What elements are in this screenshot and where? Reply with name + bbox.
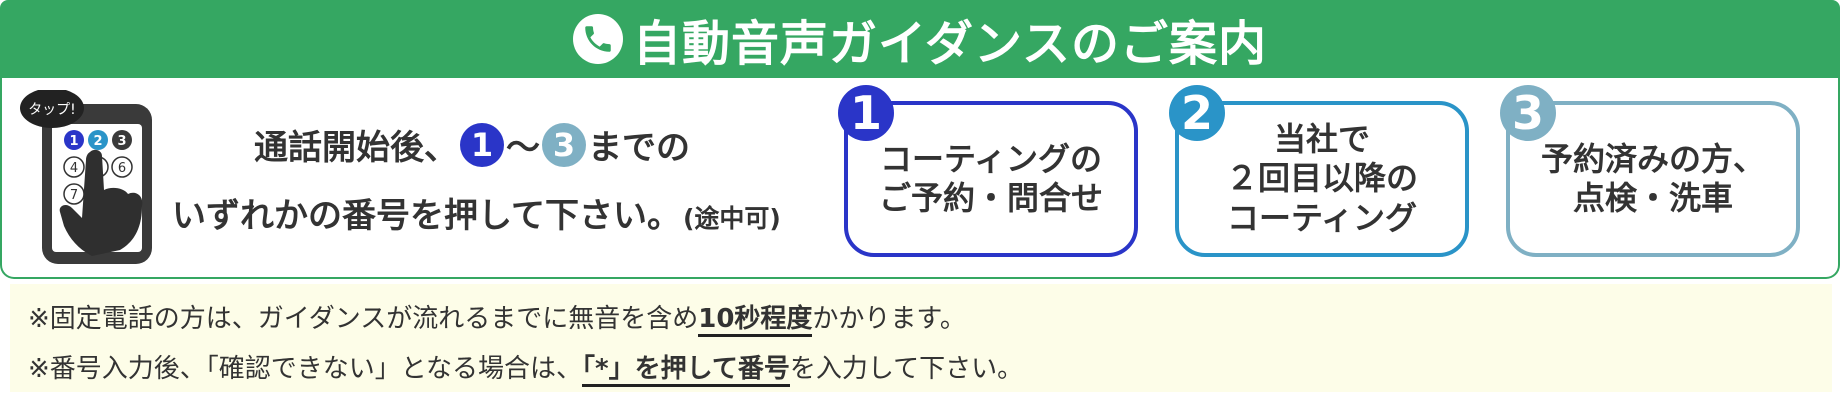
- instruction-note: (途中可): [682, 204, 781, 233]
- instruction-suffix: までの: [588, 128, 690, 168]
- instruction-line-2: いずれかの番号を押して下さい。 (途中可): [172, 188, 781, 237]
- note-2: ※番号入力後、「確認できない」となる場合は、「*」を押して番号を入力して下さい。: [28, 348, 1024, 387]
- notes-panel: ※固定電話の方は、ガイダンスが流れるまでに無音を含め10秒程度かかります。 ※番…: [10, 284, 1832, 392]
- number-badge-to: 3: [542, 122, 586, 167]
- key-4-label: 4: [70, 161, 78, 176]
- option-number-2: 2: [1169, 85, 1225, 141]
- key-3-label: 3: [117, 134, 126, 149]
- option-number-1: 1: [838, 85, 894, 141]
- key-7-label: 7: [70, 188, 78, 203]
- instruction-main: いずれかの番号を押して下さい。: [172, 196, 681, 236]
- range-separator: 〜: [506, 128, 540, 168]
- key-1-label: 1: [69, 134, 78, 149]
- note-2-suffix: を入力して下さい。: [789, 354, 1024, 384]
- option-card-2[interactable]: 2 当社で ２回目以降の コーティング: [1169, 85, 1469, 257]
- header-bar: 自動音声ガイダンスのご案内: [0, 0, 1840, 78]
- number-badge-from: 1: [460, 122, 504, 167]
- option-label-1: コーティングの ご予約・問合せ: [878, 139, 1103, 217]
- note-1-suffix: かかります。: [812, 304, 966, 334]
- instruction-line-1: 通話開始後、 1 〜 3 までの: [254, 120, 690, 169]
- key-2-label: 2: [93, 134, 102, 149]
- key-6-label: 6: [118, 161, 126, 176]
- phone-icon: [572, 14, 623, 64]
- option-label-2: 当社で ２回目以降の コーティング: [1225, 120, 1418, 237]
- note-1-prefix: ※固定電話の方は、ガイダンスが流れるまでに無音を含め: [28, 304, 699, 334]
- note-2-highlight: 「*」を押して番号: [582, 354, 790, 387]
- note-2-prefix: ※番号入力後、「確認できない」となる場合は、: [28, 354, 583, 384]
- instruction-prefix: 通話開始後、: [254, 128, 458, 168]
- guidance-banner: 自動音声ガイダンスのご案内 タップ! 1 2 3 4 5 6 7 通話開: [0, 0, 1840, 400]
- page-title: 自動音声ガイダンスのご案内: [632, 16, 1268, 72]
- note-1-highlight: 10秒程度: [698, 304, 813, 337]
- note-1: ※固定電話の方は、ガイダンスが流れるまでに無音を含め10秒程度かかります。: [28, 298, 966, 337]
- option-number-3: 3: [1500, 85, 1556, 141]
- option-card-1[interactable]: 1 コーティングの ご予約・問合せ: [838, 85, 1138, 257]
- tap-label: タップ!: [28, 102, 76, 118]
- option-label-3: 予約済みの方、 点検・洗車: [1540, 139, 1765, 217]
- smartphone-tap-illustration: タップ! 1 2 3 4 5 6 7: [20, 90, 152, 264]
- option-card-3[interactable]: 3 予約済みの方、 点検・洗車: [1500, 85, 1800, 257]
